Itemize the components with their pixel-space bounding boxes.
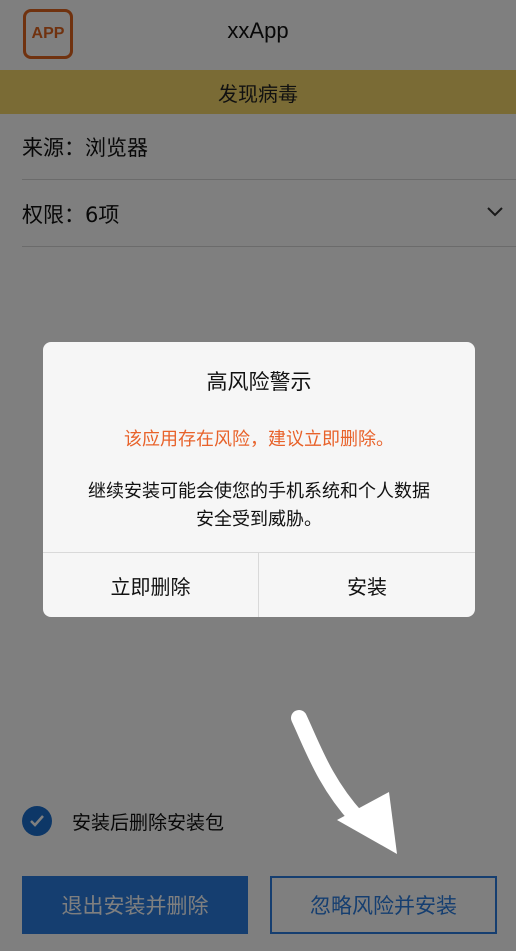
dialog-warning: 该应用存在风险，建议立即删除。: [124, 429, 394, 450]
install-button[interactable]: 安装: [259, 553, 475, 617]
delete-now-button[interactable]: 立即删除: [43, 553, 259, 617]
dialog-button-row: 立即删除 安装: [43, 552, 475, 617]
screen: APP xxApp 发现病毒 来源：浏览器 权限：6项 安装后删除安装包 退出安…: [0, 0, 516, 951]
dialog-body: 继续安装可能会使您的手机系统和个人数据安全受到威胁。: [88, 481, 430, 530]
high-risk-dialog: 高风险警示 该应用存在风险，建议立即删除。 继续安装可能会使您的手机系统和个人数…: [43, 342, 475, 617]
pointer-arrow-icon: [291, 710, 397, 854]
dialog-title: 高风险警示: [206, 370, 312, 394]
